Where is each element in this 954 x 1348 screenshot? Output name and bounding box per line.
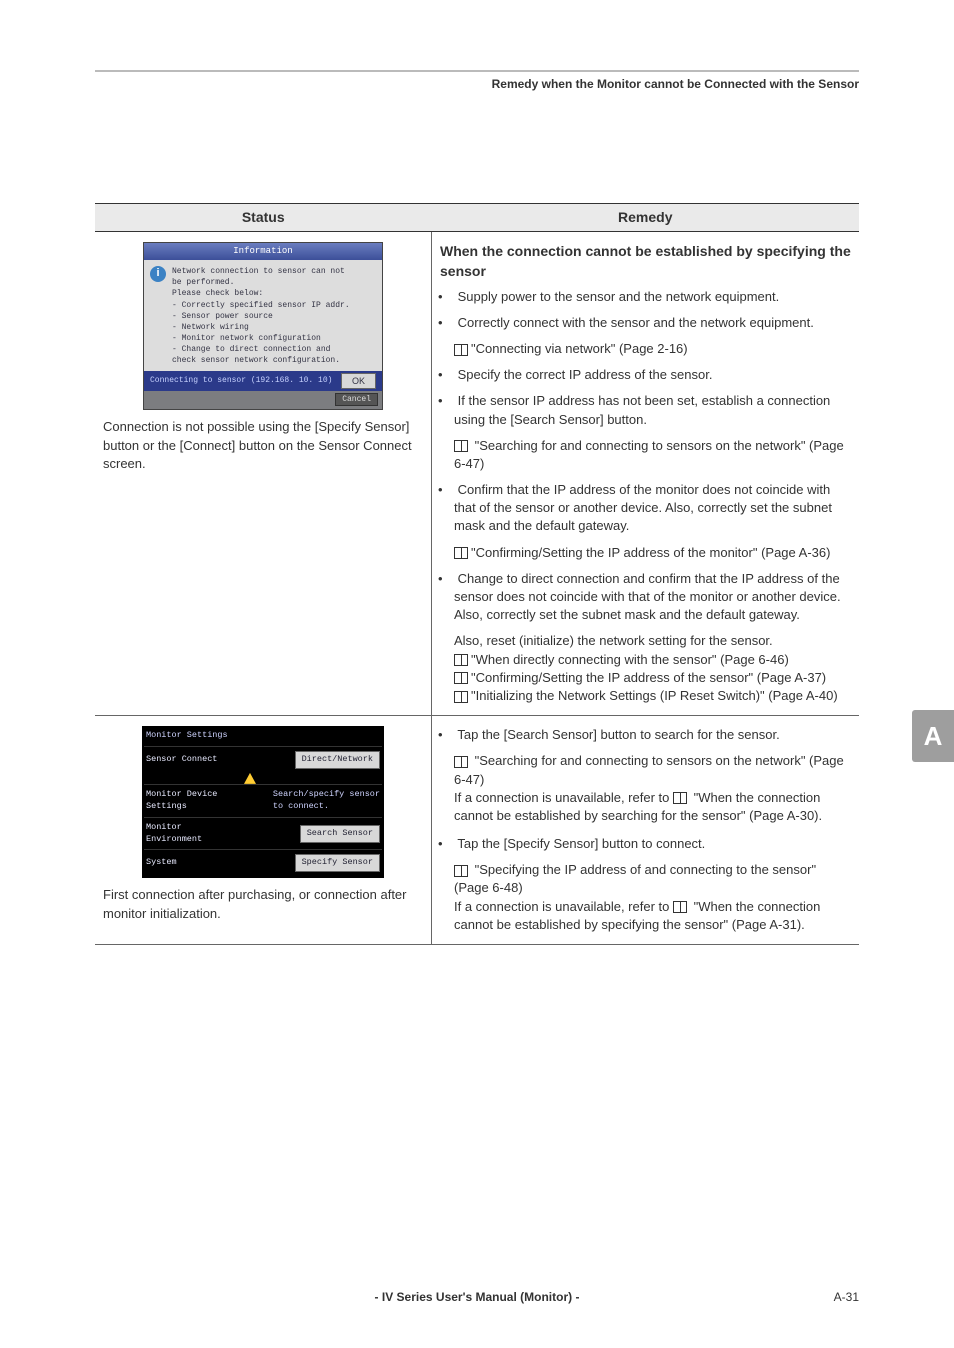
ok-button[interactable]: OK	[341, 373, 376, 390]
table-row: Monitor Settings Sensor Connect Direct/N…	[95, 716, 859, 945]
monitor-title: Monitor Settings	[144, 728, 382, 746]
footer-title: - IV Series User's Manual (Monitor) -	[155, 1289, 799, 1306]
dialog-title: Information	[144, 243, 382, 260]
breadcrumb: Remedy when the Monitor cannot be Connec…	[95, 76, 859, 93]
monitor-settings-screenshot: Monitor Settings Sensor Connect Direct/N…	[142, 726, 384, 878]
cancel-button[interactable]: Cancel	[335, 393, 378, 406]
status-remedy-table: Status Remedy Information i Network conn…	[95, 203, 859, 945]
book-icon	[454, 672, 468, 684]
info-dialog: Information i Network connection to sens…	[143, 242, 383, 410]
info-icon: i	[150, 266, 166, 282]
book-icon	[673, 901, 687, 913]
specify-sensor-button[interactable]: Specify Sensor	[295, 854, 380, 872]
col-remedy: Remedy	[432, 203, 860, 232]
book-icon	[673, 792, 687, 804]
dialog-message: Network connection to sensor can not be …	[172, 266, 350, 367]
appendix-tab: A	[912, 710, 954, 762]
book-icon	[454, 691, 468, 703]
warning-icon	[244, 773, 256, 784]
status-caption: Connection is not possible using the [Sp…	[103, 418, 423, 473]
col-status: Status	[95, 203, 432, 232]
book-icon	[454, 344, 468, 356]
book-icon	[454, 865, 468, 877]
status-caption: First connection after purchasing, or co…	[103, 886, 423, 922]
book-icon	[454, 756, 468, 768]
remedy-heading: When the connection cannot be establishe…	[440, 242, 851, 281]
book-icon	[454, 547, 468, 559]
book-icon	[454, 654, 468, 666]
search-sensor-button[interactable]: Search Sensor	[300, 825, 380, 843]
book-icon	[454, 440, 468, 452]
page-number: A-31	[799, 1289, 859, 1306]
direct-network-button[interactable]: Direct/Network	[295, 751, 380, 769]
table-row: Information i Network connection to sens…	[95, 232, 859, 716]
connecting-status: Connecting to sensor (192.168. 10. 10)	[150, 375, 332, 386]
